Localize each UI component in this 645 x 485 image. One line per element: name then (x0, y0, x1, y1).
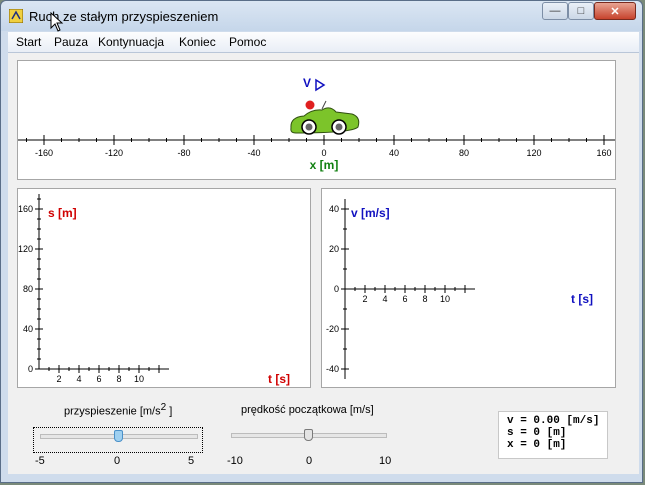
x-tick-label: 8 (116, 374, 121, 384)
track-tick-label: -160 (35, 148, 53, 158)
acceleration-mid-label: 0 (114, 455, 121, 467)
menu-continue[interactable]: Kontynuacja (98, 35, 164, 49)
y-tick-label: 0 (334, 284, 339, 294)
y-tick-label: 20 (329, 244, 339, 254)
y-tick-label: -20 (326, 324, 339, 334)
readout-velocity: v = 0.00 [m/s] (507, 415, 600, 427)
y-tick-label: 160 (18, 204, 33, 214)
x-tick-label: 2 (362, 294, 367, 304)
initial-velocity-min-label: -10 (227, 455, 243, 467)
y-tick-label: -40 (326, 364, 339, 374)
readout-distance: s = 0 [m] (507, 427, 567, 439)
initial-velocity-mid-label: 0 (306, 455, 313, 467)
s-chart-ylabel: s [m] (48, 206, 77, 220)
x-axis-label: x [m] (310, 158, 339, 172)
y-tick-label: 40 (23, 324, 33, 334)
velocity-chart-panel: 40 20 0 -20 -40 2 4 6 8 10 v [m/s] t [s] (321, 188, 616, 388)
v-chart-ylabel: v [m/s] (351, 206, 390, 220)
track-tick-label: -80 (177, 148, 190, 158)
x-tick-label: 2 (56, 374, 61, 384)
y-tick-label: 0 (28, 364, 33, 374)
position-chart-panel: 0 40 80 120 160 2 4 6 8 10 s [m] t [s] (17, 188, 311, 388)
track-tick-label: 0 (321, 148, 326, 158)
acceleration-min-label: -5 (35, 455, 45, 467)
minimize-button[interactable]: — (542, 2, 568, 20)
app-icon (9, 9, 23, 23)
x-tick-label: 4 (76, 374, 81, 384)
acceleration-max-label: 5 (188, 455, 195, 467)
s-chart-xlabel: t [s] (268, 372, 290, 386)
x-tick-label: 6 (402, 294, 407, 304)
acceleration-slider[interactable] (33, 427, 203, 453)
y-tick-label: 120 (18, 244, 33, 254)
readout-position: x = 0 [m] (507, 439, 567, 451)
mouse-cursor-icon (50, 12, 64, 32)
x-tick-label: 4 (382, 294, 387, 304)
y-tick-label: 40 (329, 204, 339, 214)
initial-velocity-label: prędkość początkowa [m/s] (241, 404, 374, 416)
menu-start[interactable]: Start (16, 35, 41, 49)
velocity-arrow-icon (315, 78, 326, 92)
title-bar[interactable]: Ruch ze stałym przyspieszeniem — □ ✕ (1, 1, 642, 31)
initial-velocity-slider-thumb[interactable] (304, 429, 313, 441)
velocity-label: V (303, 76, 311, 90)
client-area: -160 -120 -80 -40 0 40 80 120 160 x [m] V 0 40 80 1… (8, 53, 639, 474)
simulation-panel: -160 -120 -80 -40 0 40 80 120 160 x [m] V (17, 60, 622, 180)
initial-velocity-max-label: 10 (379, 455, 392, 467)
track-tick-label: 120 (526, 148, 541, 158)
menu-end[interactable]: Koniec (179, 35, 216, 49)
close-button[interactable]: ✕ (594, 2, 636, 20)
track-axis: -160 -120 -80 -40 0 40 80 120 160 x [m] V (18, 76, 622, 172)
x-tick-label: 6 (96, 374, 101, 384)
maximize-button[interactable]: □ (568, 2, 594, 20)
y-tick-label: 80 (23, 284, 33, 294)
acceleration-slider-thumb[interactable] (114, 430, 123, 442)
menu-bar: Start Pauza Kontynuacja Koniec Pomoc (8, 32, 639, 53)
track-tick-label: 160 (596, 148, 611, 158)
position-chart: 0 40 80 120 160 2 4 6 8 10 s [m] t [s] (18, 194, 290, 386)
x-tick-label: 8 (422, 294, 427, 304)
track-tick-label: 40 (389, 148, 399, 158)
car-icon (290, 100, 360, 135)
v-chart-xlabel: t [s] (571, 292, 593, 306)
track-tick-label: 80 (459, 148, 469, 158)
app-window: Ruch ze stałym przyspieszeniem — □ ✕ Sta… (0, 0, 643, 483)
acceleration-label: przyspieszenie [m/s2 ] (64, 402, 173, 418)
track-tick-label: -40 (247, 148, 260, 158)
menu-help[interactable]: Pomoc (229, 35, 266, 49)
velocity-chart: 40 20 0 -20 -40 2 4 6 8 10 v [m/s] t [s] (326, 199, 593, 379)
initial-velocity-slider[interactable] (229, 427, 389, 451)
x-tick-label: 10 (134, 374, 144, 384)
track-tick-label: -120 (105, 148, 123, 158)
menu-pause[interactable]: Pauza (54, 35, 88, 49)
state-readout: v = 0.00 [m/s] s = 0 [m] x = 0 [m] (498, 411, 608, 459)
x-tick-label: 10 (440, 294, 450, 304)
